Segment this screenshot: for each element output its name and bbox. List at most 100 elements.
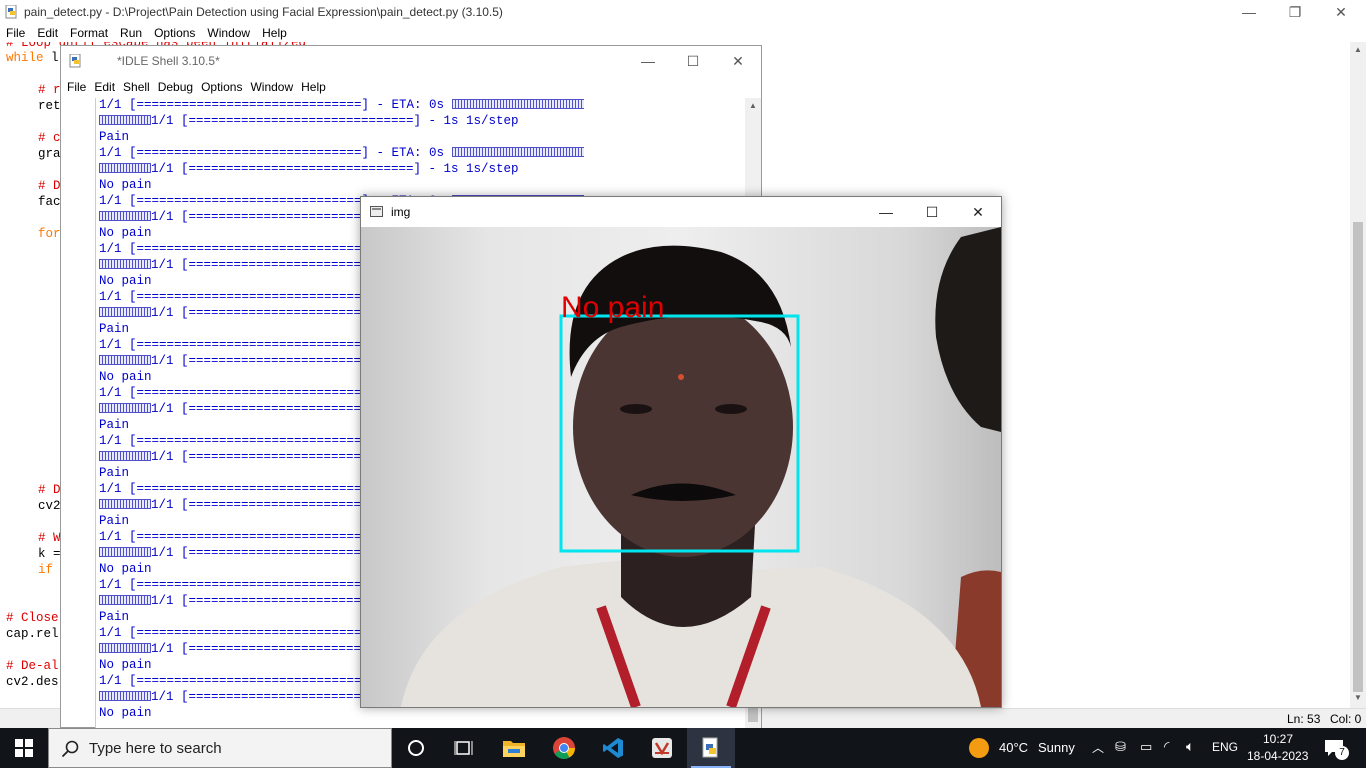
menu-shell[interactable]: Shell — [119, 76, 154, 98]
code-line: cv2 — [38, 499, 61, 513]
python-file-icon — [5, 5, 17, 19]
code-line: # Close — [6, 611, 59, 625]
step-text: 1/1 [==============================] - 1… — [151, 114, 519, 128]
vscode-button[interactable] — [589, 728, 637, 768]
menu-edit[interactable]: Edit — [90, 76, 119, 98]
chrome-button[interactable] — [540, 728, 588, 768]
control-chars-glyph — [99, 547, 151, 557]
taskbar: Type here to search 40°C Sunny ︿ ⛁ ▭ ◜ 🔈… — [0, 728, 1366, 768]
prediction-output: No pain — [99, 370, 152, 384]
eta-text: 1/1 [==============================] - E… — [99, 98, 452, 112]
menu-help[interactable]: Help — [297, 76, 330, 98]
weather-temp[interactable]: 40°C — [999, 740, 1028, 755]
code-line: cap.rel — [6, 627, 59, 641]
scroll-down-icon[interactable]: ▼ — [1350, 690, 1366, 706]
vscode-icon — [603, 738, 623, 758]
clock-time[interactable]: 10:27 — [1263, 732, 1293, 746]
task-view-button[interactable] — [440, 728, 488, 768]
shell-titlebar: *IDLE Shell 3.10.5* — ☐ ✕ — [61, 46, 761, 76]
prediction-output: Pain — [99, 418, 130, 432]
file-explorer-button[interactable] — [490, 728, 538, 768]
menu-edit[interactable]: Edit — [31, 24, 64, 42]
close-button[interactable]: ✕ — [715, 48, 761, 74]
close-button[interactable]: ✕ — [1318, 0, 1364, 24]
folder-icon — [503, 741, 525, 757]
menu-options[interactable]: Options — [148, 24, 201, 42]
shell-eta-line: 1/1 [==============================] - E… — [99, 98, 584, 113]
code-line: k = — [38, 547, 61, 561]
chevron-up-icon[interactable]: ︿ — [1092, 739, 1104, 756]
scroll-thumb[interactable] — [748, 708, 758, 722]
editor-title: pain_detect.py - D:\Project\Pain Detecti… — [24, 5, 503, 19]
control-chars-glyph — [451, 99, 584, 109]
restore-button[interactable]: ❐ — [1272, 0, 1318, 24]
scroll-up-icon[interactable]: ▲ — [745, 98, 761, 114]
search-box[interactable]: Type here to search — [48, 728, 392, 768]
clock-date[interactable]: 18-04-2023 — [1247, 749, 1308, 763]
python-idle-icon — [702, 737, 718, 758]
notification-count: 7 — [1335, 746, 1349, 760]
menu-window[interactable]: Window — [246, 76, 297, 98]
control-chars-glyph — [99, 307, 151, 317]
maximize-button[interactable]: ☐ — [909, 199, 955, 225]
window-app-icon — [370, 206, 383, 217]
right-eye — [715, 404, 747, 414]
shell-menubar: File Edit Shell Debug Options Window Hel… — [61, 76, 761, 98]
menu-file[interactable]: File — [63, 76, 90, 98]
wifi-icon[interactable]: ◜ — [1164, 738, 1169, 755]
img-window: img — ☐ ✕ No pain — [360, 196, 1002, 708]
idle-app-button[interactable] — [638, 728, 686, 768]
prediction-output: No pain — [99, 706, 152, 720]
code-line: ret — [38, 99, 61, 113]
control-chars-glyph — [99, 643, 151, 653]
control-chars-glyph — [99, 595, 151, 605]
volume-icon[interactable]: 🔈︎ — [1186, 738, 1194, 755]
shell-eta-line: 1/1 [==============================] - E… — [99, 145, 584, 161]
weather-desc[interactable]: Sunny — [1038, 740, 1075, 755]
code-text: l — [43, 51, 59, 65]
scroll-up-icon[interactable]: ▲ — [1350, 42, 1366, 58]
editor-titlebar: pain_detect.py - D:\Project\Pain Detecti… — [0, 0, 1366, 24]
code-line: if — [38, 563, 54, 577]
prediction-output: No pain — [99, 178, 152, 192]
task-view-icon — [454, 741, 473, 755]
code-line: # De-al — [6, 659, 59, 673]
language-indicator[interactable]: ENG — [1212, 740, 1238, 754]
menu-window[interactable]: Window — [201, 24, 256, 42]
control-chars-glyph — [451, 147, 584, 157]
search-icon — [61, 740, 79, 758]
battery-icon[interactable]: ▭ — [1140, 739, 1152, 755]
windows-logo-icon — [15, 739, 33, 757]
search-placeholder: Type here to search — [89, 740, 222, 757]
code-line: # c — [38, 131, 61, 145]
sun-weather-icon[interactable] — [969, 738, 989, 758]
menu-run[interactable]: Run — [114, 24, 148, 42]
shell-step-line: 1/1 [==============================] - 1… — [99, 113, 519, 129]
control-chars-glyph — [99, 211, 151, 221]
step-text: 1/1 [==============================] - 1… — [151, 162, 519, 176]
menu-options[interactable]: Options — [197, 76, 246, 98]
menu-format[interactable]: Format — [64, 24, 114, 42]
minimize-button[interactable]: — — [863, 199, 909, 225]
cortana-button[interactable] — [392, 728, 440, 768]
img-window-title: img — [391, 205, 411, 219]
scroll-thumb[interactable] — [1353, 222, 1363, 692]
minimize-button[interactable]: — — [625, 48, 671, 74]
maximize-button[interactable]: ☐ — [670, 48, 716, 74]
editor-scrollbar[interactable]: ▲ ▼ — [1350, 42, 1366, 708]
close-button[interactable]: ✕ — [955, 199, 1001, 225]
network-device-icon[interactable]: ⛁ — [1115, 739, 1126, 755]
left-eye — [620, 404, 652, 414]
menu-file[interactable]: File — [0, 24, 31, 42]
python-idle-button[interactable] — [687, 728, 735, 768]
prediction-output: Pain — [99, 130, 130, 144]
code-line: # W — [38, 531, 61, 545]
control-chars-glyph — [99, 355, 151, 365]
prediction-output: Pain — [99, 514, 130, 528]
menu-debug[interactable]: Debug — [154, 76, 197, 98]
minimize-button[interactable]: — — [1226, 0, 1272, 24]
chrome-icon — [553, 737, 575, 759]
menu-help[interactable]: Help — [256, 24, 293, 42]
notification-center-button[interactable]: 7 — [1318, 736, 1349, 760]
start-button[interactable] — [0, 728, 48, 768]
